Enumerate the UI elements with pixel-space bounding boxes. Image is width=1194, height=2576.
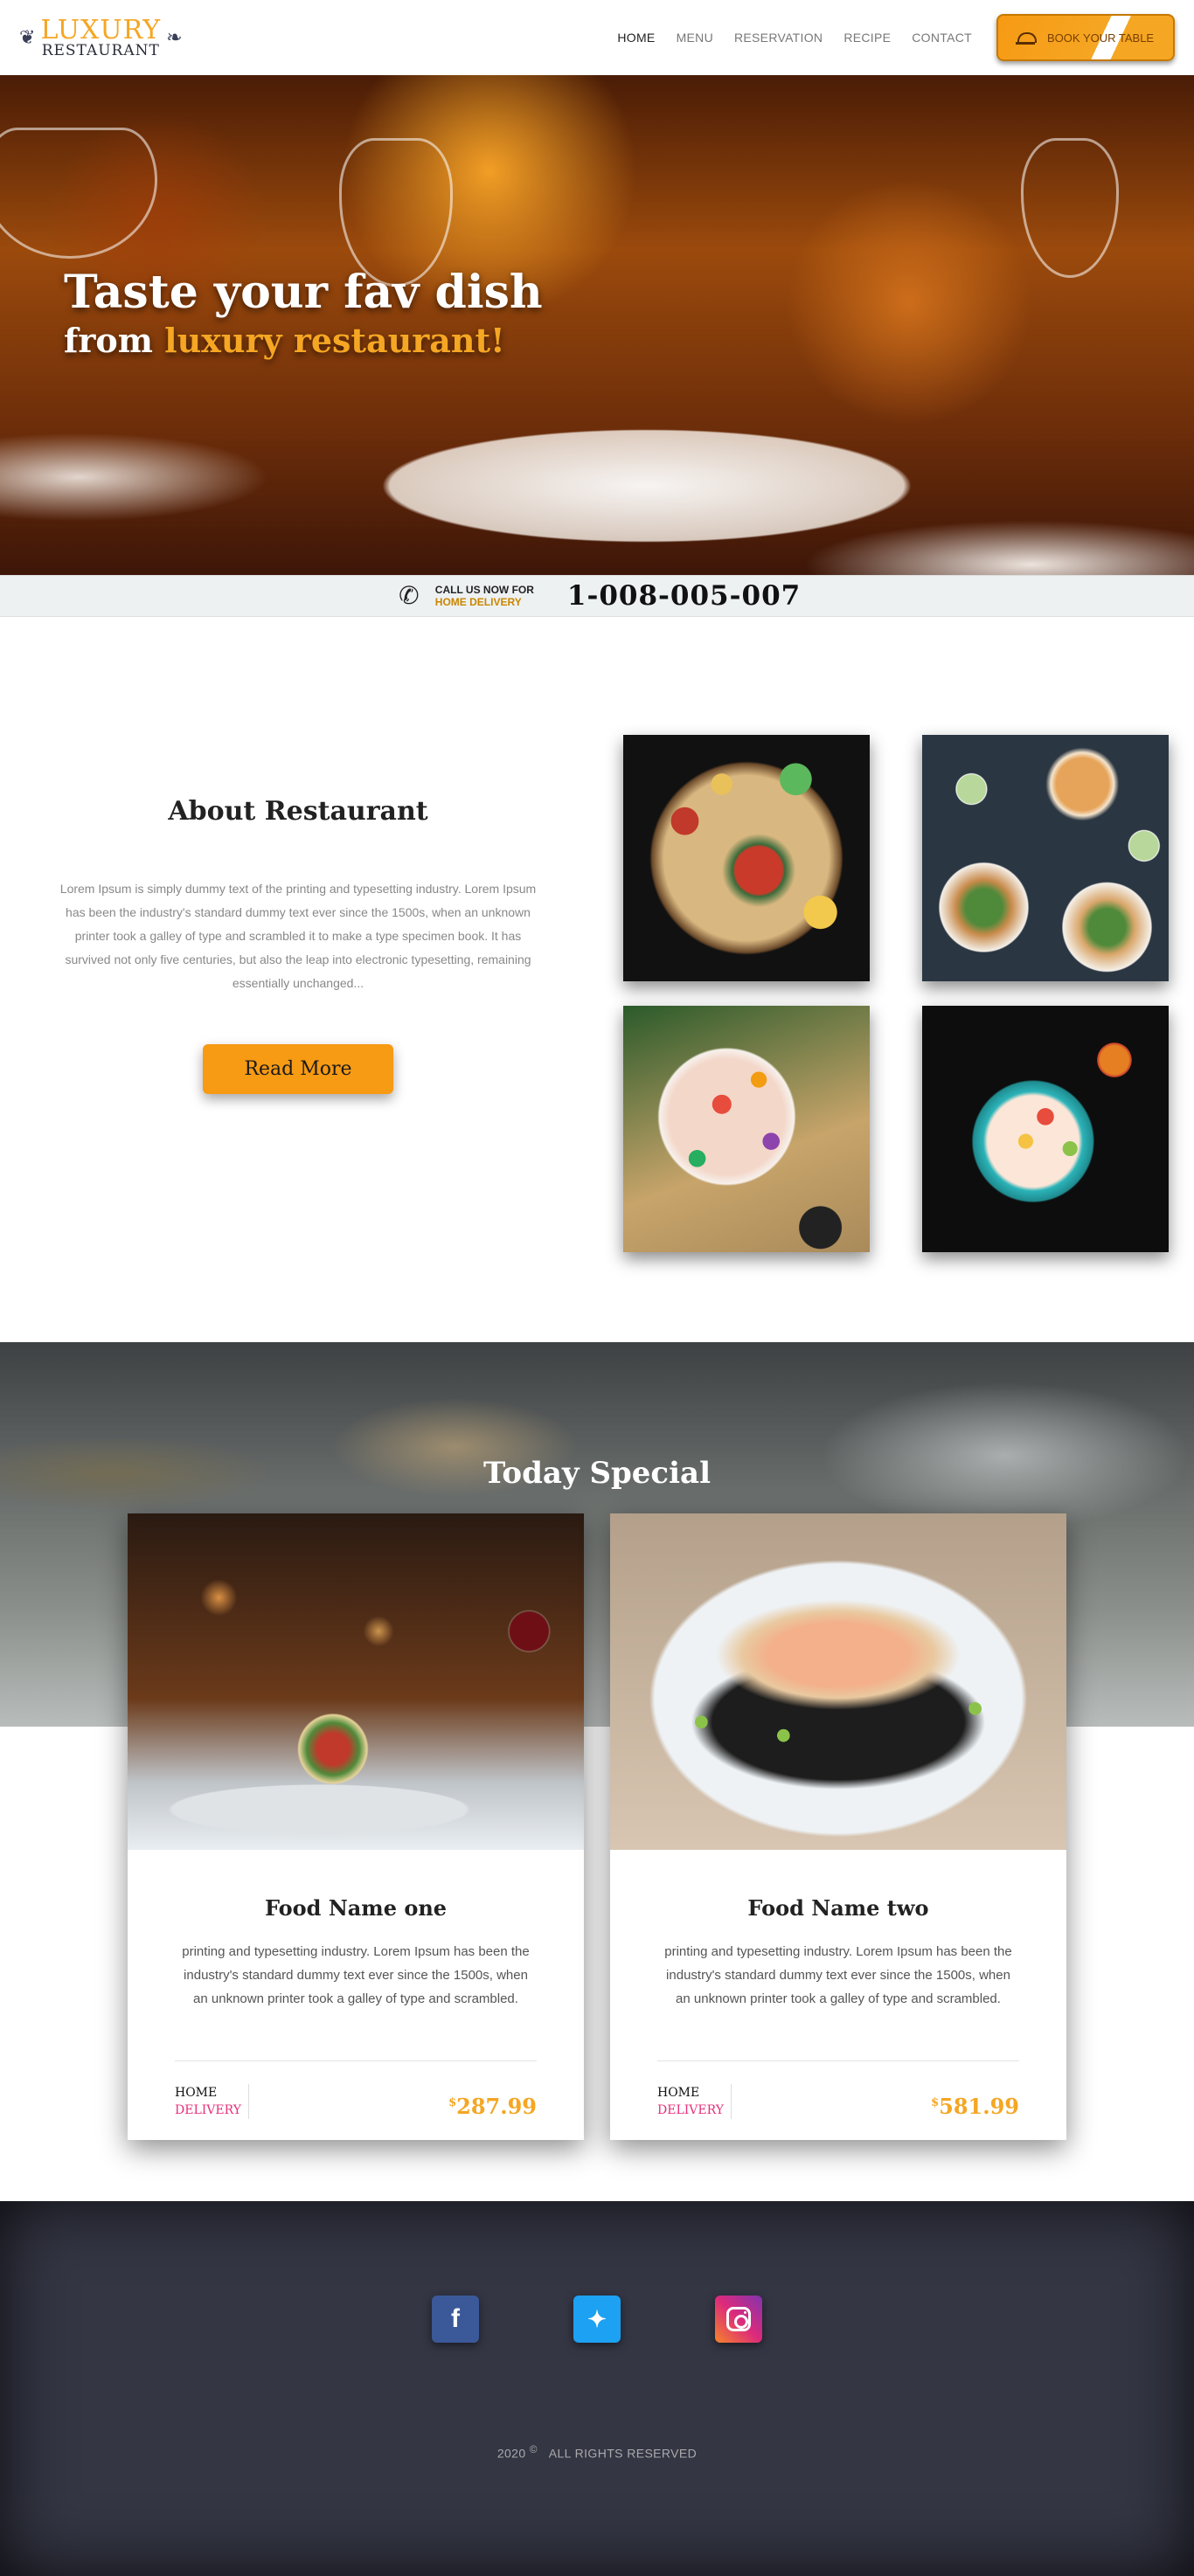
nav-home[interactable]: HOME <box>617 31 655 45</box>
nav-recipe[interactable]: RECIPE <box>843 31 891 45</box>
food-image-fruit-bowl <box>922 1006 1169 1252</box>
today-special-section: Today Special Food Name one printing and… <box>0 1342 1194 2201</box>
price-value: 287.99 <box>456 2094 537 2119</box>
flourish-left-icon: ❦ <box>19 26 36 48</box>
food-image-pizza <box>922 735 1169 981</box>
book-table-label: BOOK YOUR TABLE <box>1047 31 1155 45</box>
site-header: ❦ LUXURY RESTAURANT ❧ HOME MENU RESERVAT… <box>0 0 1194 75</box>
card-title: Food Name one <box>264 1895 448 1921</box>
food-image-platter <box>623 735 870 981</box>
call-bar: ✆ CALL US NOW FOR HOME DELIVERY 1-008-00… <box>0 575 1194 617</box>
home-delivery-text: HOME DELIVERY <box>434 596 522 608</box>
phone-icon: ✆ <box>399 582 420 609</box>
price: $287.99 <box>448 2094 537 2119</box>
hero-line2-accent: luxury restaurant! <box>164 321 505 360</box>
home-delivery-tag: HOME DELIVERY <box>175 2084 249 2119</box>
nav-menu[interactable]: MENU <box>677 31 713 45</box>
logo-top: LUXURY <box>40 14 162 45</box>
tag-home: HOME <box>175 2086 218 2100</box>
currency: $ <box>931 2096 940 2109</box>
logo-bottom: RESTAURANT <box>41 41 160 59</box>
nav-contact[interactable]: CONTACT <box>912 31 972 45</box>
food-image-salad <box>128 1513 584 1850</box>
call-info: ✆ CALL US NOW FOR HOME DELIVERY <box>393 580 534 612</box>
logo-text: LUXURY RESTAURANT <box>40 17 161 59</box>
hero-title: Taste your fav dish from luxury restaura… <box>64 266 543 360</box>
wine-glass-image <box>339 138 453 287</box>
about-text: About Restaurant Lorem Ipsum is simply d… <box>48 796 548 1094</box>
card-footer: HOME DELIVERY $287.99 <box>175 2060 537 2119</box>
about-body: Lorem Ipsum is simply dummy text of the … <box>59 882 537 990</box>
tag-delivery: DELIVERY <box>657 2103 724 2117</box>
hero-line1: Taste your fav dish <box>64 266 543 319</box>
twitter-icon[interactable]: ✦ <box>573 2296 621 2343</box>
copyright-year: 2020 <box>496 2446 526 2461</box>
about-section: About Restaurant Lorem Ipsum is simply d… <box>0 617 1194 1342</box>
hero-banner: Taste your fav dish from luxury restaura… <box>0 75 1194 575</box>
instagram-glyph <box>726 2307 751 2331</box>
facebook-icon[interactable]: f <box>432 2296 479 2343</box>
card-title: Food Name two <box>747 1895 929 1921</box>
copyright: 2020 © ALL RIGHTS RESERVED <box>0 2444 1194 2461</box>
main-nav: HOME MENU RESERVATION RECIPE CONTACT BOO… <box>617 14 1175 61</box>
tag-home: HOME <box>657 2086 700 2100</box>
social-links: f ✦ <box>0 2296 1194 2343</box>
book-table-button[interactable]: BOOK YOUR TABLE <box>996 14 1175 61</box>
special-title: Today Special <box>483 1456 711 1491</box>
food-image-fruit-plate <box>623 1006 870 1252</box>
wine-glass-image <box>0 128 157 259</box>
site-footer: f ✦ 2020 © ALL RIGHTS RESERVED <box>0 2201 1194 2576</box>
hero-line2: from luxury restaurant! <box>64 321 543 360</box>
cloche-icon <box>1016 31 1037 45</box>
card-body: Food Name one printing and typesetting i… <box>128 1895 584 2011</box>
wine-glass-image <box>1021 138 1119 278</box>
currency: $ <box>448 2096 457 2109</box>
tag-delivery: DELIVERY <box>175 2103 241 2117</box>
copyright-text: ALL RIGHTS RESERVED <box>548 2446 698 2461</box>
nav-reservation[interactable]: RESERVATION <box>734 31 823 45</box>
call-label-text: CALL US NOW FOR <box>434 583 534 596</box>
copyright-symbol: © <box>529 2444 538 2455</box>
hero-line2-prefix: from <box>64 321 153 360</box>
special-card[interactable]: Food Name two printing and typesetting i… <box>610 1513 1066 2140</box>
flourish-right-icon: ❧ <box>166 26 183 48</box>
home-delivery-tag: HOME DELIVERY <box>657 2084 732 2119</box>
read-more-button[interactable]: Read More <box>203 1044 393 1094</box>
food-image-shrimp <box>610 1513 1066 1850</box>
card-description: printing and typesetting industry. Lorem… <box>182 1944 530 2006</box>
card-footer: HOME DELIVERY $581.99 <box>657 2060 1019 2119</box>
special-card[interactable]: Food Name one printing and typesetting i… <box>128 1513 584 2140</box>
card-description: printing and typesetting industry. Lorem… <box>664 1944 1012 2006</box>
card-body: Food Name two printing and typesetting i… <box>610 1895 1066 2011</box>
about-title: About Restaurant <box>168 796 428 827</box>
logo[interactable]: ❦ LUXURY RESTAURANT ❧ <box>19 17 183 59</box>
instagram-icon[interactable] <box>715 2296 762 2343</box>
price: $581.99 <box>931 2094 1019 2119</box>
phone-number[interactable]: 1-008-005-007 <box>567 580 801 612</box>
call-label: CALL US NOW FOR HOME DELIVERY <box>435 584 534 609</box>
price-value: 581.99 <box>939 2094 1019 2119</box>
